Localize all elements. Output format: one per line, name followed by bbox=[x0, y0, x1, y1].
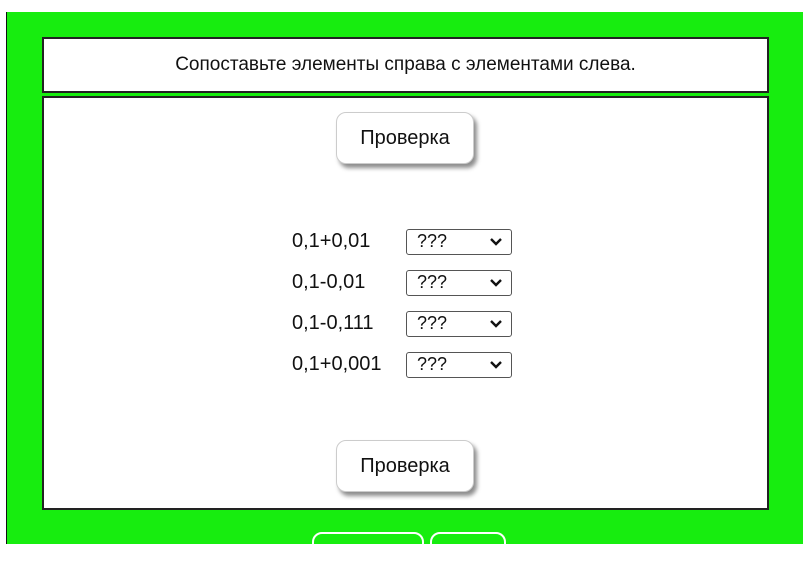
top-cropped-heading bbox=[0, 0, 803, 12]
answer-select-value: ??? bbox=[417, 272, 448, 292]
chevron-down-icon bbox=[490, 237, 502, 246]
matching-list: 0,1+0,01 ??? 0,1-0,01 ??? 0,1-0,111 ??? … bbox=[292, 226, 512, 380]
matching-area: Проверка 0,1+0,01 ??? 0,1-0,01 ??? 0,1-0… bbox=[42, 96, 769, 510]
expression-label: 0,1-0,111 bbox=[292, 312, 374, 334]
chevron-down-icon bbox=[490, 360, 502, 369]
check-button-top[interactable]: Проверка bbox=[336, 112, 474, 164]
chevron-down-icon bbox=[490, 278, 502, 287]
chevron-down-icon bbox=[490, 319, 502, 328]
answer-select-value: ??? bbox=[417, 313, 448, 333]
answer-select[interactable]: ??? bbox=[406, 269, 512, 296]
answer-select-value: ??? bbox=[417, 231, 448, 251]
check-button-label: Проверка bbox=[360, 126, 450, 149]
instructions-text: Сопоставьте элементы справа с элементами… bbox=[175, 54, 636, 75]
nav-button-next[interactable] bbox=[430, 532, 506, 562]
matching-row: 0,1+0,01 ??? bbox=[292, 226, 512, 257]
instructions-box: Сопоставьте элементы справа с элементами… bbox=[42, 37, 769, 93]
check-button-bottom[interactable]: Проверка bbox=[336, 440, 474, 492]
matching-row: 0,1+0,001 ??? bbox=[292, 349, 512, 380]
expression-label: 0,1+0,01 bbox=[292, 230, 371, 252]
answer-select-value: ??? bbox=[417, 354, 448, 374]
answer-select[interactable]: ??? bbox=[406, 228, 512, 255]
answer-select[interactable]: ??? bbox=[406, 310, 512, 337]
matching-row: 0,1-0,01 ??? bbox=[292, 267, 512, 298]
matching-row: 0,1-0,111 ??? bbox=[292, 308, 512, 339]
check-button-label: Проверка bbox=[360, 454, 450, 477]
nav-button-previous[interactable] bbox=[312, 532, 424, 562]
expression-label: 0,1-0,01 bbox=[292, 271, 366, 293]
expression-label: 0,1+0,001 bbox=[292, 353, 382, 375]
answer-select[interactable]: ??? bbox=[406, 351, 512, 378]
